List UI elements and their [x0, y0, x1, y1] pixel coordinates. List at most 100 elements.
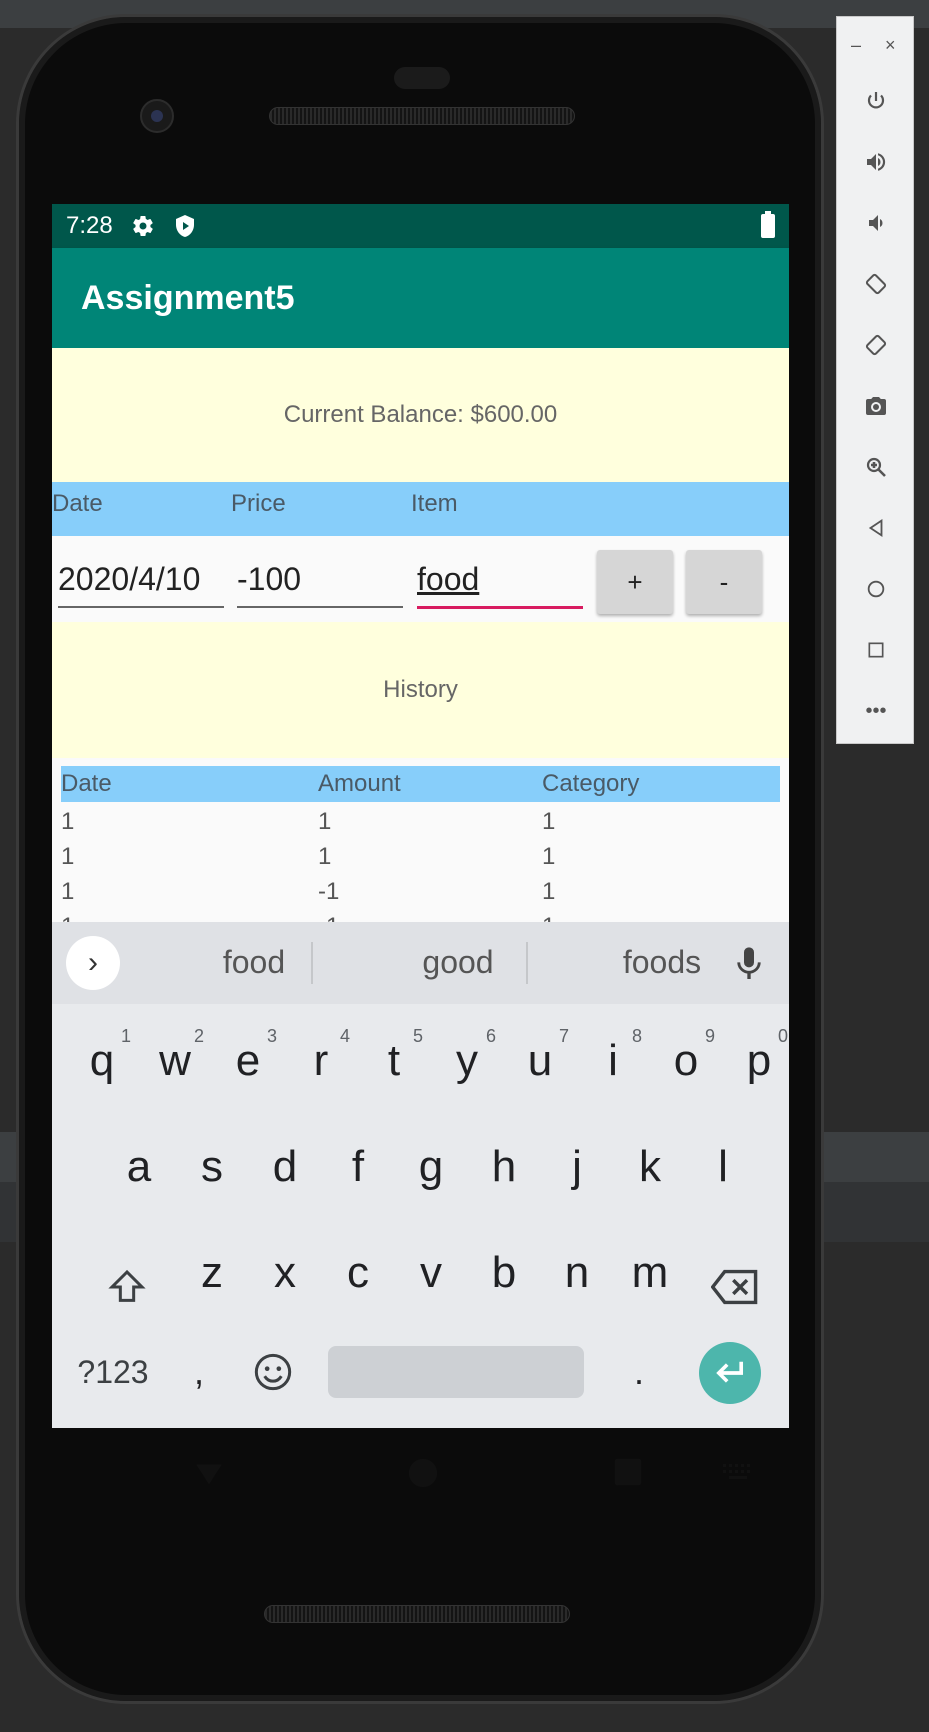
key-h[interactable]: h	[469, 1122, 539, 1212]
key-hint-2: 2	[193, 1026, 204, 1046]
app-bar: Assignment5	[52, 248, 789, 348]
symbols-key[interactable]: ?123	[68, 1327, 158, 1417]
key-hint-3: 3	[266, 1026, 277, 1046]
key-n[interactable]: n	[542, 1228, 612, 1318]
current-balance-text: Current Balance: $600.00	[283, 401, 558, 428]
table-row[interactable]: 1 -1 1	[61, 874, 780, 909]
key-x[interactable]: x	[250, 1228, 320, 1318]
item-input[interactable]	[417, 554, 583, 604]
input-header: Date Price Item	[52, 482, 789, 536]
key-b[interactable]: b	[469, 1228, 539, 1318]
bottom-speaker	[264, 1605, 570, 1623]
subtract-button[interactable]: -	[686, 550, 762, 614]
home-circle-icon[interactable]	[406, 1456, 440, 1495]
key-hint-5: 5	[412, 1026, 423, 1046]
key-u[interactable]: u7	[505, 1016, 575, 1106]
key-j[interactable]: j	[542, 1122, 612, 1212]
input-header-date: Date	[52, 490, 103, 517]
add-button[interactable]: +	[597, 550, 673, 614]
microphone-icon[interactable]	[729, 942, 769, 986]
key-q[interactable]: q1	[67, 1016, 137, 1106]
key-hint-6: 6	[485, 1026, 496, 1046]
row-date: 1	[61, 878, 75, 905]
row-date: 1	[61, 808, 75, 835]
app-title: Assignment5	[81, 278, 295, 317]
close-icon[interactable]: ×	[885, 35, 896, 56]
key-a[interactable]: a	[104, 1122, 174, 1212]
suggestion-2[interactable]: good	[368, 944, 548, 981]
suggestion-strip: › food good foods	[52, 922, 789, 1004]
camera-screenshot-icon[interactable]	[862, 392, 890, 420]
more-options-icon[interactable]: •••	[862, 697, 890, 725]
proximity-sensor	[394, 67, 450, 89]
row-amount: -1	[318, 878, 340, 905]
minimize-icon[interactable]: –	[851, 35, 861, 56]
key-c[interactable]: c	[323, 1228, 393, 1318]
price-input[interactable]	[237, 554, 403, 604]
suggestion-1[interactable]: food	[164, 944, 344, 981]
suggestion-3[interactable]: foods	[572, 944, 752, 981]
row-amount: 1	[318, 808, 332, 835]
key-v[interactable]: v	[396, 1228, 466, 1318]
emulator-control-panel: – × •••	[836, 16, 914, 744]
key-p[interactable]: p0	[724, 1016, 789, 1106]
history-header-category: Category	[542, 770, 640, 797]
recents-square-icon[interactable]	[612, 1456, 644, 1493]
history-panel: History	[52, 622, 789, 758]
enter-key-icon[interactable]	[699, 1342, 761, 1404]
soft-keyboard: › food good foods q1w2e3r4t5y6u7i8o9p0 a…	[52, 922, 789, 1428]
history-label: History	[383, 676, 458, 703]
backspace-icon[interactable]	[700, 1242, 770, 1332]
history-table-header: Date Amount Category	[61, 766, 780, 802]
earpiece-speaker	[269, 107, 575, 125]
expand-chevron-icon[interactable]: ›	[66, 936, 120, 990]
key-s[interactable]: s	[177, 1122, 247, 1212]
spacebar-key[interactable]	[328, 1346, 584, 1398]
key-w[interactable]: w2	[140, 1016, 210, 1106]
back-triangle-icon[interactable]	[192, 1456, 226, 1495]
key-f[interactable]: f	[323, 1122, 393, 1212]
suggestion-divider	[526, 942, 528, 984]
keyboard-switch-icon[interactable]	[722, 1462, 754, 1487]
key-m[interactable]: m	[615, 1228, 685, 1318]
device-screen: 7:28 Assignment5 Current Balance: $600.0…	[52, 204, 789, 1428]
key-l[interactable]: l	[688, 1122, 758, 1212]
key-i[interactable]: i8	[578, 1016, 648, 1106]
key-e[interactable]: e3	[213, 1016, 283, 1106]
key-o[interactable]: o9	[651, 1016, 721, 1106]
comma-key[interactable]: ,	[164, 1327, 234, 1417]
shift-key[interactable]	[92, 1242, 162, 1332]
date-input-underline	[58, 606, 224, 608]
key-d[interactable]: d	[250, 1122, 320, 1212]
zoom-icon[interactable]	[862, 453, 890, 481]
volume-down-icon[interactable]	[862, 209, 890, 237]
volume-up-icon[interactable]	[862, 148, 890, 176]
back-icon[interactable]	[862, 514, 890, 542]
period-key[interactable]: .	[604, 1327, 674, 1417]
rotate-left-icon[interactable]	[862, 270, 890, 298]
history-header-date: Date	[61, 770, 112, 797]
key-z[interactable]: z	[177, 1228, 247, 1318]
row-amount: 1	[318, 843, 332, 870]
key-r[interactable]: r4	[286, 1016, 356, 1106]
table-row[interactable]: 1 1 1	[61, 839, 780, 874]
key-hint-0: 0	[777, 1026, 788, 1046]
overview-icon[interactable]	[862, 636, 890, 664]
status-bar: 7:28	[52, 204, 789, 248]
table-row[interactable]: 1 1 1	[61, 804, 780, 839]
item-input-underline	[417, 606, 583, 609]
key-hint-7: 7	[558, 1026, 569, 1046]
front-camera	[140, 99, 174, 133]
key-g[interactable]: g	[396, 1122, 466, 1212]
key-k[interactable]: k	[615, 1122, 685, 1212]
power-icon[interactable]	[862, 87, 890, 115]
key-y[interactable]: y6	[432, 1016, 502, 1106]
rotate-right-icon[interactable]	[862, 331, 890, 359]
row-category: 1	[542, 808, 556, 835]
key-hint-1: 1	[120, 1026, 131, 1046]
home-icon[interactable]	[862, 575, 890, 603]
key-t[interactable]: t5	[359, 1016, 429, 1106]
emoji-icon[interactable]	[238, 1327, 308, 1417]
date-input[interactable]	[58, 554, 224, 604]
settings-gear-icon	[131, 214, 155, 238]
